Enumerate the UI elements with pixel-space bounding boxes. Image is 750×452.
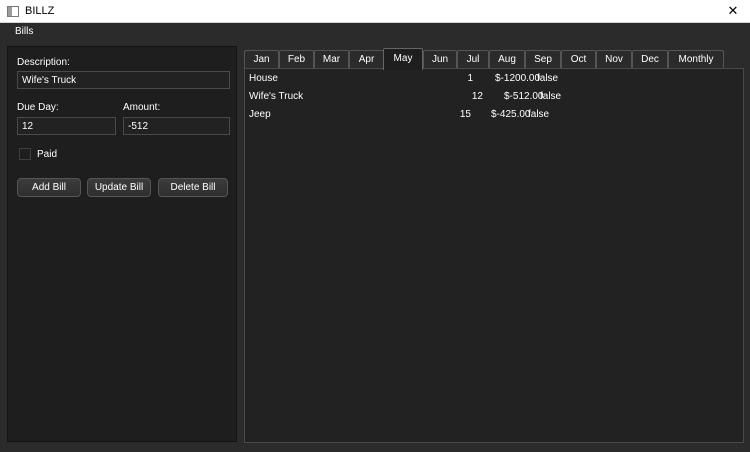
due-day-input[interactable]: [17, 117, 116, 135]
description-input[interactable]: [17, 71, 230, 89]
bill-day: 1: [467, 73, 473, 84]
bill-paid: false: [537, 73, 559, 84]
paid-checkbox[interactable]: [19, 148, 31, 160]
menu-bar: Bills: [0, 23, 750, 42]
bill-amount: $-425.00: [491, 109, 531, 120]
tab-sep[interactable]: Sep: [525, 50, 561, 69]
bill-paid: false: [528, 109, 550, 120]
list-item[interactable]: Jeep 15 $-425.00 false: [245, 109, 743, 124]
tab-dec[interactable]: Dec: [632, 50, 668, 69]
amount-input[interactable]: [123, 117, 230, 135]
tab-nov[interactable]: Nov: [596, 50, 632, 69]
tab-apr[interactable]: Apr: [349, 50, 384, 69]
tab-oct[interactable]: Oct: [561, 50, 596, 69]
tab-monthly[interactable]: Monthly: [668, 50, 724, 69]
title-bar: BILLZ ✕: [0, 0, 750, 23]
month-tabs: Jan Feb Mar Apr May Jun Jul Aug Sep Oct …: [244, 48, 744, 70]
tab-jun[interactable]: Jun: [423, 50, 457, 69]
tab-feb[interactable]: Feb: [279, 50, 314, 69]
paid-label: Paid: [37, 149, 58, 160]
bill-day: 15: [459, 109, 471, 120]
bill-name: Jeep: [249, 109, 271, 120]
tab-aug[interactable]: Aug: [489, 50, 525, 69]
list-item[interactable]: Wife's Truck 12 $-512.00 false: [245, 91, 743, 106]
bill-name: House: [249, 73, 278, 84]
close-icon[interactable]: ✕: [716, 0, 750, 23]
bill-name: Wife's Truck: [249, 91, 304, 102]
window-title: BILLZ: [25, 5, 55, 17]
bill-amount: $-1200.00: [495, 73, 541, 84]
bill-paid: false: [540, 91, 562, 102]
list-item[interactable]: House 1 $-1200.00 false: [245, 73, 743, 88]
app-window-icon: [7, 6, 19, 17]
menu-bills[interactable]: Bills: [15, 26, 33, 37]
bill-day: 12: [471, 91, 483, 102]
bill-form-panel: Description: Due Day: Amount: Paid Add B…: [7, 46, 237, 442]
description-label: Description:: [17, 57, 70, 68]
update-bill-button[interactable]: Update Bill: [87, 178, 151, 197]
tab-jan[interactable]: Jan: [244, 50, 279, 69]
tab-mar[interactable]: Mar: [314, 50, 349, 69]
tab-may[interactable]: May: [383, 48, 423, 70]
delete-bill-button[interactable]: Delete Bill: [158, 178, 228, 197]
amount-label: Amount:: [123, 102, 161, 113]
bill-amount: $-512.00: [504, 91, 544, 102]
due-day-label: Due Day:: [17, 102, 59, 113]
tab-jul[interactable]: Jul: [457, 50, 489, 69]
add-bill-button[interactable]: Add Bill: [17, 178, 81, 197]
bills-list: House 1 $-1200.00 false Wife's Truck 12 …: [244, 68, 744, 443]
